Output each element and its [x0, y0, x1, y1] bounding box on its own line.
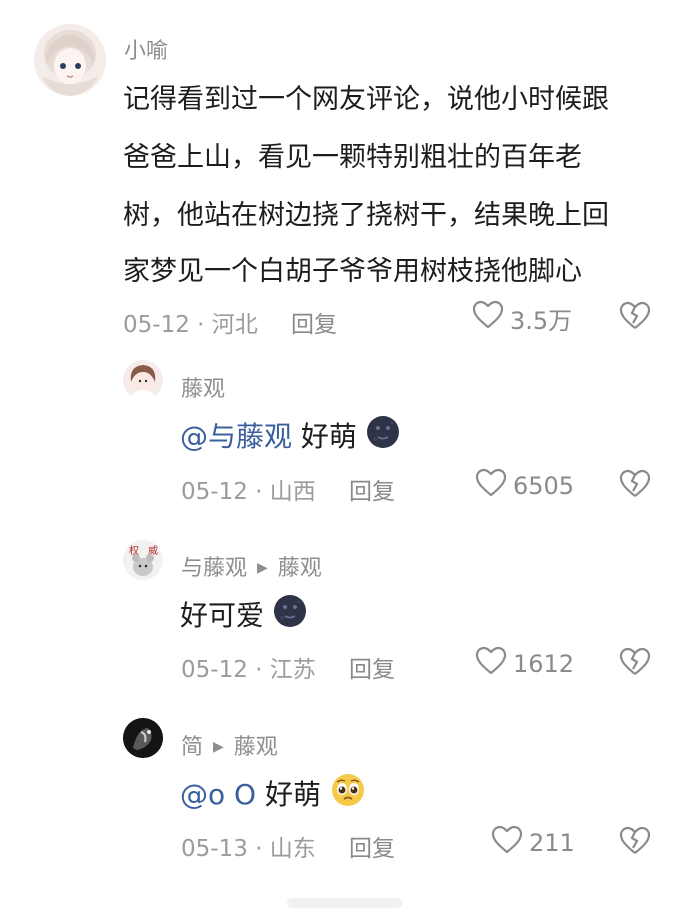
reply-button[interactable]: 回复 [349, 829, 395, 863]
comment-body: 好可爱 [180, 594, 307, 638]
comment-text: 好萌 [256, 778, 321, 811]
username[interactable]: 藤观 [181, 371, 225, 403]
like-count: 211 [529, 829, 575, 857]
timestamp-location: 05-12 · 江苏 [181, 657, 316, 683]
dislike-button[interactable] [619, 647, 651, 681]
dark-moon-face-emoji [273, 594, 307, 635]
comment-text: 好可爱 [180, 599, 265, 632]
comment-text: 好萌 [292, 420, 357, 453]
like-button[interactable]: 211 [491, 825, 575, 861]
heart-outline-icon [472, 300, 510, 336]
timestamp-location: 05-12 · 河北 [123, 312, 258, 338]
like-button[interactable]: 1612 [475, 646, 574, 682]
reply-to-username[interactable]: 藤观 [234, 735, 278, 760]
username-link[interactable]: 与藤观 [181, 556, 247, 581]
mention-link[interactable]: @与藤观 [180, 420, 292, 453]
avatar[interactable] [123, 360, 163, 400]
broken-heart-icon [619, 301, 651, 335]
heart-outline-icon [475, 468, 513, 504]
timestamp-location: 05-12 · 山西 [181, 479, 316, 505]
comment-body: @o O 好萌 [180, 773, 366, 817]
heart-outline-icon [491, 825, 529, 861]
dislike-button[interactable] [619, 301, 651, 335]
like-count: 3.5万 [510, 306, 573, 335]
comment-line: 爸爸上山，看见一颗特别粗壮的百年老 [123, 142, 582, 173]
watermark [0, 886, 690, 920]
broken-heart-icon [619, 826, 651, 860]
reply-to-username[interactable]: 藤观 [278, 556, 322, 581]
username: 简 ▶ 藤观 [181, 729, 278, 761]
comment-body: @与藤观 好萌 [180, 415, 400, 459]
dislike-button[interactable] [619, 469, 651, 503]
heart-outline-icon [475, 646, 513, 682]
reply-button[interactable]: 回复 [349, 650, 395, 684]
pleading-face-emoji [330, 773, 366, 814]
avatar[interactable] [34, 24, 106, 96]
username: 与藤观 ▶ 藤观 [181, 550, 322, 582]
username[interactable]: 小喻 [124, 33, 168, 65]
triangle-right-icon: ▶ [257, 560, 268, 576]
reply-button[interactable]: 回复 [349, 472, 395, 506]
comment-line: 记得看到过一个网友评论，说他小时候跟 [123, 84, 609, 115]
broken-heart-icon [619, 469, 651, 503]
dislike-button[interactable] [619, 826, 651, 860]
avatar[interactable] [123, 718, 163, 758]
like-count: 1612 [513, 650, 575, 678]
comment-line: 家梦见一个白胡子爷爷用树枝挠他脚心 [123, 256, 582, 287]
dark-moon-face-emoji [366, 415, 400, 456]
triangle-right-icon: ▶ [213, 739, 224, 755]
reply-button[interactable]: 回复 [291, 305, 337, 339]
mention-link[interactable]: @o O [180, 778, 256, 811]
broken-heart-icon [619, 647, 651, 681]
comment-line: 树，他站在树边挠了挠树干，结果晚上回 [123, 200, 609, 231]
like-count: 6505 [513, 472, 575, 500]
like-button[interactable]: 6505 [475, 468, 574, 504]
timestamp-location: 05-13 · 山东 [181, 836, 316, 862]
username-link[interactable]: 简 [181, 735, 203, 760]
avatar[interactable]: 权 威 [123, 540, 163, 580]
like-button[interactable]: 3.5万 [472, 300, 572, 336]
